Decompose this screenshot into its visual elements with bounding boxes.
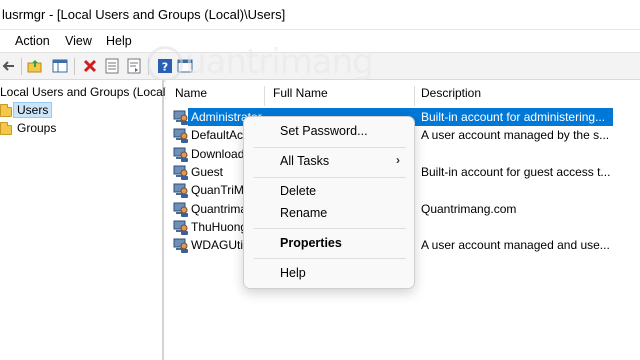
user-icon: [173, 146, 189, 162]
title-bar: lusrmgr - [Local Users and Groups (Local…: [0, 0, 640, 30]
cell-name: Guest: [191, 164, 224, 179]
properties-icon[interactable]: [104, 58, 120, 74]
menu-separator: [254, 258, 406, 259]
menu-action[interactable]: Action: [15, 34, 50, 48]
user-icon: [173, 109, 189, 125]
column-header-name[interactable]: Name: [175, 86, 207, 106]
up-folder-icon[interactable]: [27, 58, 43, 74]
column-header-full-name[interactable]: Full Name: [273, 86, 328, 106]
user-icon: [173, 219, 189, 235]
cell-description: Built-in account for guest access t...: [421, 164, 611, 179]
menu-separator: [254, 177, 406, 178]
svg-text:?: ?: [162, 61, 168, 74]
menu-item-rename[interactable]: Rename: [248, 202, 412, 224]
tree-root-label: Local Users and Groups (Local): [0, 85, 170, 99]
help-icon[interactable]: ?: [157, 58, 173, 74]
cell-description: Quantrimang.com: [421, 201, 517, 216]
menu-view[interactable]: View: [65, 34, 92, 48]
tree-item-label: Groups: [17, 121, 57, 135]
chevron-right-icon: ›: [396, 153, 400, 167]
tree-root[interactable]: Local Users and Groups (Local): [0, 85, 169, 103]
show-hide-tree-icon[interactable]: [52, 58, 68, 74]
cell-name: WDAGUtil: [191, 238, 246, 253]
menu-item-label: All Tasks: [280, 154, 330, 168]
delete-icon[interactable]: [82, 58, 98, 74]
cell-name: Download: [191, 146, 245, 161]
export-list-icon[interactable]: [126, 58, 142, 74]
toolbar-separator: [21, 58, 22, 75]
menu-item-delete[interactable]: Delete: [248, 180, 412, 202]
menu-item-help[interactable]: Help: [248, 262, 412, 284]
context-menu: Set Password... All Tasks › Delete Rename…: [243, 116, 415, 289]
cell-description: Built-in account for administering...: [421, 110, 606, 124]
back-icon[interactable]: [0, 58, 16, 74]
tree-pane: Local Users and Groups (Local) Users Gro…: [0, 80, 169, 360]
menu-item-label: Help: [280, 266, 306, 280]
menu-separator: [254, 228, 406, 229]
cell-description: A user account managed by the s...: [421, 128, 610, 143]
cell-name: Quantrima: [191, 201, 248, 216]
menu-item-label: Properties: [280, 236, 342, 250]
folder-icon: [0, 122, 12, 135]
toolbar-separator: [74, 58, 75, 75]
user-icon: [173, 237, 189, 254]
toolbar: ?: [0, 52, 640, 80]
cell-name: DefaultAc: [191, 128, 244, 143]
window-title: lusrmgr - [Local Users and Groups (Local…: [2, 7, 286, 22]
menu-bar: Action View Help: [0, 30, 640, 52]
column-header-description[interactable]: Description: [421, 86, 481, 106]
menu-item-all-tasks[interactable]: All Tasks ›: [248, 150, 412, 172]
column-divider[interactable]: [264, 86, 265, 106]
cell-description: A user account managed and use...: [421, 238, 610, 253]
console-icon[interactable]: [177, 58, 193, 74]
cell-name: QuanTriM: [191, 183, 244, 198]
menu-separator: [254, 147, 406, 148]
menu-item-properties[interactable]: Properties: [248, 232, 412, 254]
tree-item-label: Users: [13, 102, 53, 118]
user-icon: [173, 127, 189, 144]
user-icon: [173, 201, 189, 217]
menu-item-label: Set Password...: [280, 124, 368, 138]
folder-icon: [0, 104, 12, 117]
toolbar-separator: [148, 58, 149, 75]
menu-item-label: Delete: [280, 184, 317, 198]
user-icon: [173, 164, 189, 180]
menu-help[interactable]: Help: [106, 34, 132, 48]
menu-item-label: Rename: [280, 206, 328, 220]
column-divider[interactable]: [414, 86, 415, 106]
cell-name: ThuHuong: [191, 219, 248, 234]
menu-item-set-password[interactable]: Set Password...: [248, 120, 412, 142]
user-icon: [173, 182, 189, 199]
